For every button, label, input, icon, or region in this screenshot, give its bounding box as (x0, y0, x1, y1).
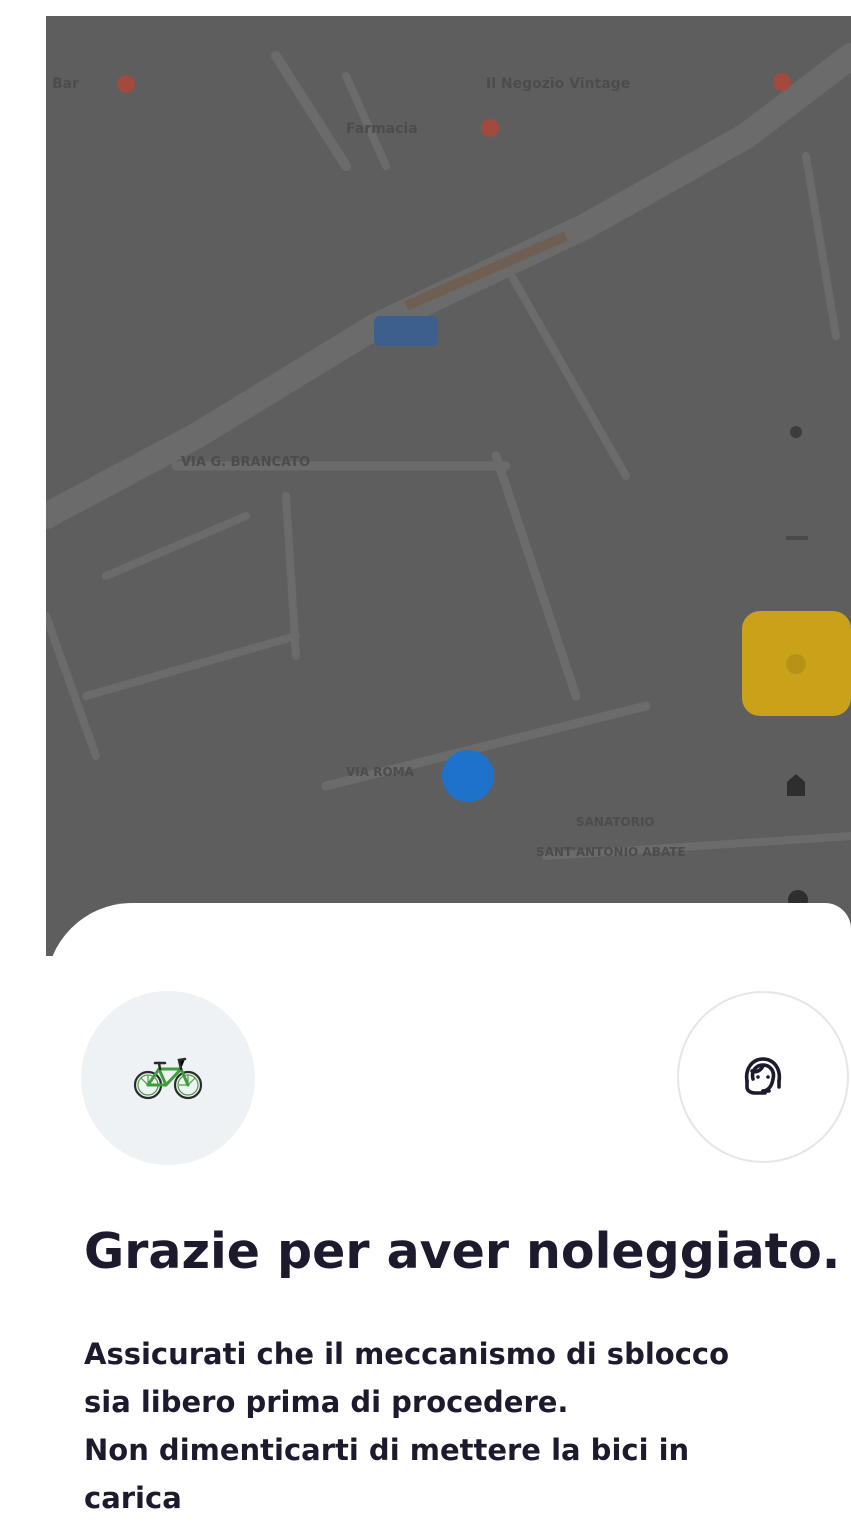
road-segment (502, 262, 630, 480)
instructions-line: Non dimenticarti di mettere la bici in (84, 1433, 690, 1467)
map-label: Bar (52, 76, 79, 92)
support-button[interactable] (677, 991, 849, 1163)
road-segment (102, 512, 250, 580)
bicycle-icon (133, 1057, 203, 1100)
highlighted-road (403, 231, 569, 311)
street-label: VIA ROMA (346, 765, 415, 779)
instructions-line: sia libero prima di procedere. (84, 1385, 569, 1419)
map-label: Il Negozio Vintage (486, 76, 630, 92)
screen: Bar Il Negozio Vintage Farmacia VIA G. B… (0, 0, 851, 1528)
instructions-text: Assicurati che il meccanismo di sblocco … (84, 1330, 844, 1522)
map-label: SANATORIO (576, 815, 655, 829)
user-location-icon (442, 750, 494, 802)
poi-pin-icon[interactable] (773, 73, 791, 91)
road-segment (802, 152, 840, 340)
bike-badge (81, 991, 255, 1165)
road-segment (82, 632, 300, 700)
lock-icon[interactable] (787, 774, 805, 796)
poi-pin-icon[interactable] (117, 75, 135, 93)
poi-pin-icon[interactable] (481, 119, 499, 137)
road-segment (271, 51, 351, 171)
fab-icon (786, 654, 806, 674)
road-segment (491, 451, 581, 701)
thank-you-title: Grazie per aver noleggiato. (84, 1223, 841, 1280)
map-canvas: Bar Il Negozio Vintage Farmacia VIA G. B… (46, 43, 851, 910)
headset-support-icon (744, 1057, 782, 1095)
map-label: SANT'ANTONIO ABATE (536, 845, 686, 859)
map-control-icon[interactable] (790, 426, 802, 438)
map-view[interactable]: Bar Il Negozio Vintage Farmacia VIA G. B… (46, 16, 851, 956)
road-segment (46, 612, 100, 760)
instructions-line: Assicurati che il meccanismo di sblocco (84, 1337, 729, 1371)
map-label: Farmacia (346, 121, 418, 137)
transit-marker-icon[interactable] (374, 316, 438, 346)
road-segment (282, 492, 300, 660)
instructions-line: carica (84, 1481, 182, 1515)
zoom-out-icon[interactable] (786, 536, 808, 540)
street-label: VIA G. BRANCATO (181, 455, 310, 470)
